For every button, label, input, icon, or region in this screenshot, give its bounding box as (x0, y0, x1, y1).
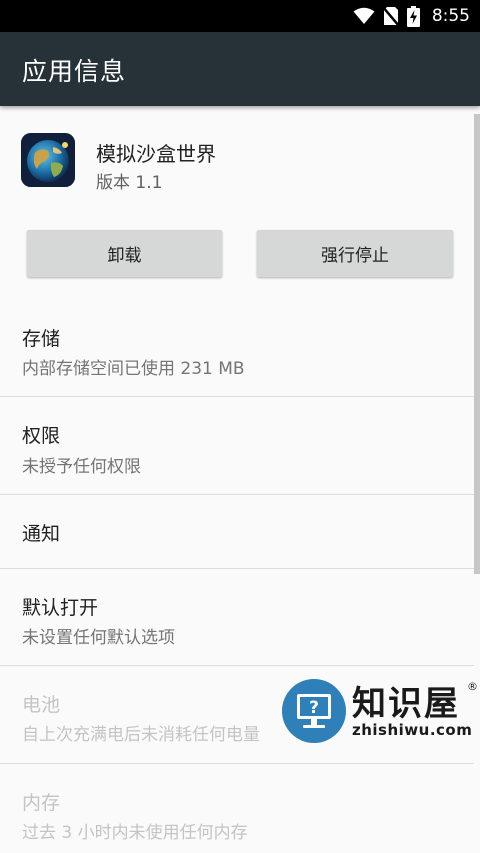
watermark-name: 知识屋 (352, 684, 460, 724)
watermark-url: zhishiwu.com (352, 721, 473, 739)
settings-item-permissions[interactable]: 权限 未授予任何权限 (0, 397, 474, 494)
settings-item-summary: 自上次充满电后未消耗任何电量 (22, 725, 260, 745)
settings-item-summary: 内部存储空间已使用 231 MB (22, 359, 245, 379)
status-bar: 8:55 (0, 0, 480, 32)
status-time: 8:55 (431, 6, 470, 26)
uninstall-button[interactable]: 卸载 (27, 230, 222, 277)
app-header: 模拟沙盒世界 版本 1.1 (0, 106, 474, 206)
settings-item-summary: 未授予任何权限 (22, 457, 141, 477)
app-name: 模拟沙盒世界 (96, 142, 216, 166)
settings-item-memory: 内存 过去 3 小时内未使用任何内存 (0, 764, 474, 853)
app-bar: 应用信息 (0, 32, 480, 106)
force-stop-button[interactable]: 强行停止 (257, 230, 453, 277)
page-title: 应用信息 (22, 57, 127, 86)
settings-item-open-by-default[interactable]: 默认打开 未设置任何默认选项 (0, 569, 474, 665)
settings-item-summary: 过去 3 小时内未使用任何内存 (22, 823, 248, 843)
app-version: 版本 1.1 (96, 173, 163, 193)
globe-app-icon (21, 133, 75, 187)
settings-item-summary: 未设置任何默认选项 (22, 628, 175, 648)
settings-item-title: 通知 (22, 523, 61, 545)
svg-text:?: ? (309, 698, 319, 718)
settings-item-title: 默认打开 (22, 597, 99, 619)
settings-item-title: 电池 (22, 694, 61, 716)
battery-charging-icon (406, 5, 420, 27)
registered-mark: ® (467, 680, 478, 693)
settings-item-title: 存储 (22, 328, 61, 350)
wifi-icon (353, 7, 375, 24)
settings-item-title: 权限 (22, 425, 61, 447)
scrollbar[interactable] (474, 114, 480, 574)
no-sim-icon (382, 6, 399, 26)
watermark: ? 知识屋 ® zhishiwu.com (280, 676, 480, 746)
settings-item-storage[interactable]: 存储 内部存储空间已使用 231 MB (0, 298, 474, 396)
help-monitor-icon: ? (282, 679, 346, 743)
settings-item-notifications[interactable]: 通知 (0, 495, 474, 568)
settings-item-title: 内存 (22, 792, 61, 814)
